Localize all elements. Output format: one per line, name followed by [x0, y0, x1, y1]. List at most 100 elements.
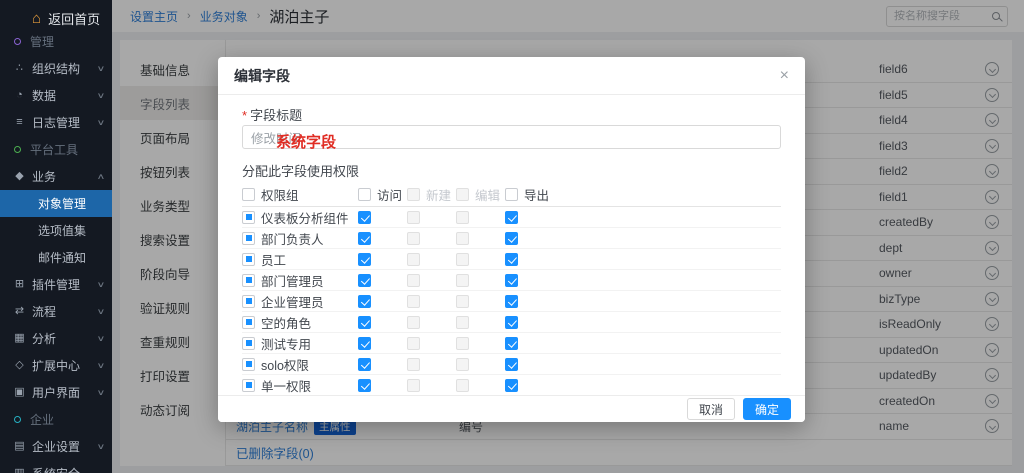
perm-cell-edit: [456, 295, 505, 308]
sidebar-item-system-security[interactable]: ▥系统安全: [0, 460, 112, 473]
permission-group-checkbox[interactable]: [242, 295, 255, 308]
permission-group-checkbox[interactable]: [242, 211, 255, 224]
access-checkbox[interactable]: [358, 337, 371, 350]
sidebar-item-label: 数据: [32, 87, 56, 104]
edit-field-modal: 编辑字段 × *字段标题 系统字段 分配此字段使用权限 权限组访问新建编辑导出 …: [218, 57, 805, 422]
logs-icon: ≡: [12, 117, 27, 128]
close-icon[interactable]: ×: [780, 68, 789, 84]
permission-row: 测试专用: [242, 333, 781, 354]
permission-group-checkbox[interactable]: [242, 379, 255, 392]
perm-cell-export: [505, 337, 565, 350]
home-icon: ⌂: [32, 11, 41, 26]
permission-group-checkbox[interactable]: [242, 232, 255, 245]
permission-group-checkbox[interactable]: [242, 253, 255, 266]
access-checkbox[interactable]: [358, 188, 371, 201]
permission-row: 部门负责人: [242, 228, 781, 249]
permission-section-title: 分配此字段使用权限: [242, 161, 781, 176]
sidebar-item-flow[interactable]: ⇄流程∨: [0, 298, 112, 325]
chevron-up-icon: ∧: [97, 172, 106, 181]
export-checkbox[interactable]: [505, 379, 518, 392]
access-checkbox[interactable]: [358, 379, 371, 392]
access-checkbox[interactable]: [358, 358, 371, 371]
sidebar-menu: 管理∴组织结构∨◔数据∨≡日志管理∨平台工具◆业务∧对象管理选项值集邮件通知⊞插…: [0, 28, 112, 473]
perm-cell-permission-group: 空的角色: [242, 313, 358, 332]
chevron-down-icon: ∨: [97, 388, 106, 397]
sidebar-item-org-structure[interactable]: ∴组织结构∨: [0, 55, 112, 82]
ok-button[interactable]: 确定: [743, 398, 791, 420]
perm-header-export: 导出: [505, 185, 565, 204]
perm-cell-permission-group: 测试专用: [242, 334, 358, 353]
perm-cell-permission-group: 单一权限: [242, 376, 358, 395]
export-checkbox[interactable]: [505, 295, 518, 308]
perm-header-create: 新建: [407, 185, 456, 204]
export-checkbox[interactable]: [505, 358, 518, 371]
sidebar-item-extension-center[interactable]: ◇扩展中心∨: [0, 352, 112, 379]
security-icon: ▥: [12, 468, 27, 473]
sidebar-item-plugin-management[interactable]: ⊞插件管理∨: [0, 271, 112, 298]
access-checkbox[interactable]: [358, 274, 371, 287]
sidebar-item-admin[interactable]: 管理: [0, 28, 112, 55]
perm-cell-permission-group: 仪表板分析组件: [242, 208, 358, 227]
perm-cell-edit: [456, 337, 505, 350]
export-checkbox[interactable]: [505, 211, 518, 224]
sidebar-item-platform-tools[interactable]: 平台工具: [0, 136, 112, 163]
perm-header-access: 访问: [358, 185, 407, 204]
access-checkbox[interactable]: [358, 316, 371, 329]
sidebar-item-option-sets[interactable]: 选项值集: [0, 217, 112, 244]
sidebar-item-business[interactable]: ◆业务∧: [0, 163, 112, 190]
export-checkbox[interactable]: [505, 274, 518, 287]
perm-cell-access: [358, 274, 407, 287]
permission-group-name: 部门管理员: [261, 271, 324, 290]
cancel-button[interactable]: 取消: [687, 398, 735, 420]
perm-cell-create: [407, 337, 456, 350]
access-checkbox[interactable]: [358, 232, 371, 245]
sidebar-item-enterprise-settings[interactable]: ▤企业设置∨: [0, 433, 112, 460]
access-checkbox[interactable]: [358, 253, 371, 266]
sidebar-item-analytics[interactable]: ▦分析∨: [0, 325, 112, 352]
perm-cell-export: [505, 358, 565, 371]
sidebar-item-user-interface[interactable]: ▣用户界面∨: [0, 379, 112, 406]
create-checkbox: [407, 316, 420, 329]
edit-checkbox: [456, 232, 469, 245]
permission-group-checkbox[interactable]: [242, 337, 255, 350]
sidebar-item-label: 分析: [32, 330, 56, 347]
back-home-button[interactable]: ⌂ 返回首页: [0, 0, 112, 28]
edit-checkbox: [456, 188, 469, 201]
perm-header-label: 访问: [377, 185, 402, 204]
sidebar-item-label: 流程: [32, 303, 56, 320]
export-checkbox[interactable]: [505, 253, 518, 266]
perm-cell-access: [358, 211, 407, 224]
sidebar-item-object-management[interactable]: 对象管理: [0, 190, 112, 217]
modal-header: 编辑字段 ×: [218, 57, 805, 95]
perm-cell-export: [505, 232, 565, 245]
permission-group-checkbox[interactable]: [242, 188, 255, 201]
sidebar-item-log-management[interactable]: ≡日志管理∨: [0, 109, 112, 136]
export-checkbox[interactable]: [505, 316, 518, 329]
perm-cell-access: [358, 232, 407, 245]
sidebar-item-mail-notification[interactable]: 邮件通知: [0, 244, 112, 271]
sidebar-item-label: 业务: [32, 168, 56, 185]
sidebar: ⌂ 返回首页 管理∴组织结构∨◔数据∨≡日志管理∨平台工具◆业务∧对象管理选项值…: [0, 0, 112, 473]
export-checkbox[interactable]: [505, 337, 518, 350]
sidebar-item-label: 对象管理: [38, 195, 86, 212]
enterprise-icon: [14, 416, 21, 423]
access-checkbox[interactable]: [358, 295, 371, 308]
permission-group-checkbox[interactable]: [242, 358, 255, 371]
permission-group-checkbox[interactable]: [242, 274, 255, 287]
permission-group-checkbox[interactable]: [242, 316, 255, 329]
export-checkbox[interactable]: [505, 232, 518, 245]
perm-cell-access: [358, 253, 407, 266]
edit-checkbox: [456, 295, 469, 308]
sidebar-item-enterprise[interactable]: 企业: [0, 406, 112, 433]
permission-group-name: 员工: [261, 250, 286, 269]
perm-cell-edit: [456, 379, 505, 392]
perm-cell-create: [407, 379, 456, 392]
chevron-down-icon: ∨: [97, 442, 106, 451]
sidebar-item-data[interactable]: ◔数据∨: [0, 82, 112, 109]
chevron-down-icon: ∨: [97, 334, 106, 343]
perm-header-label: 编辑: [475, 185, 500, 204]
permission-header-row: 权限组访问新建编辑导出: [242, 183, 781, 207]
sidebar-item-label: 用户界面: [32, 384, 80, 401]
export-checkbox[interactable]: [505, 188, 518, 201]
access-checkbox[interactable]: [358, 211, 371, 224]
